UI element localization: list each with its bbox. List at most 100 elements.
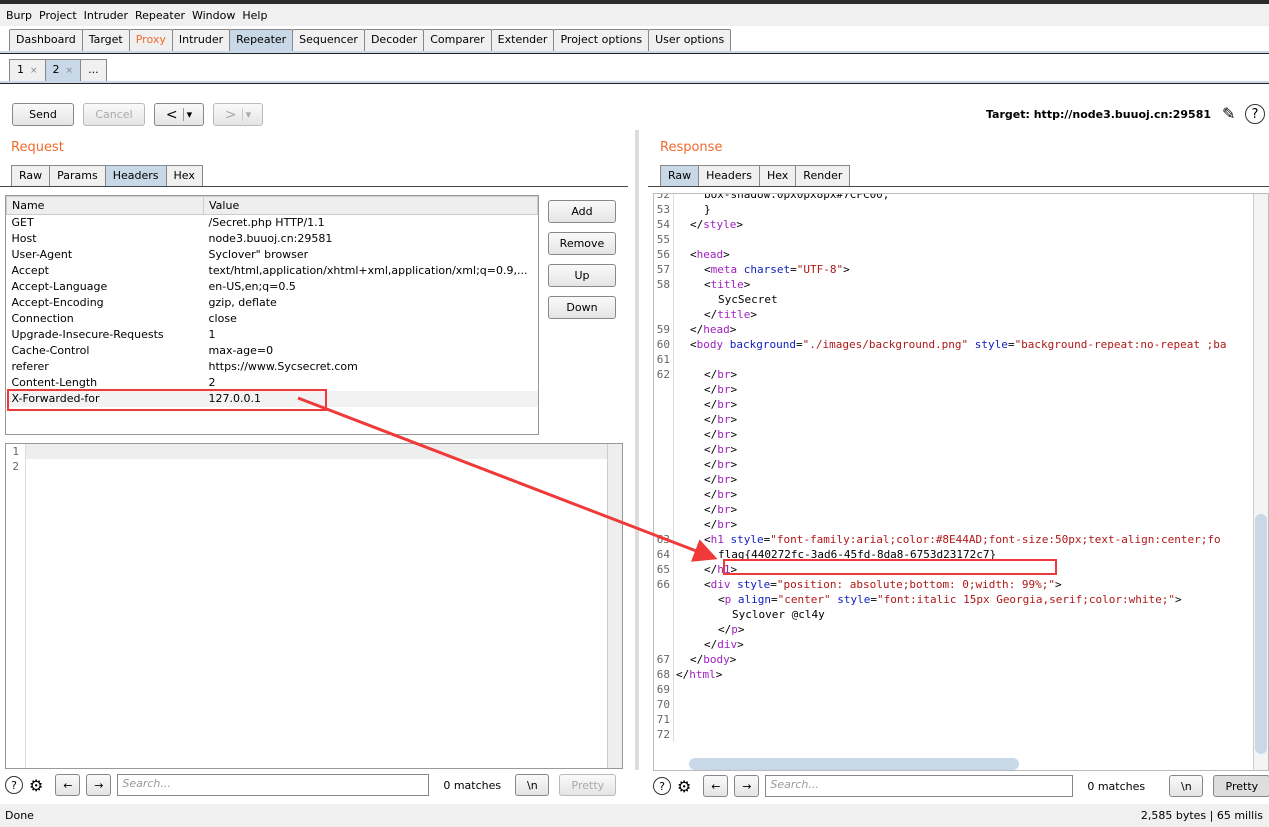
- header-value[interactable]: node3.buuoj.cn:29581: [204, 231, 538, 247]
- header-row[interactable]: Connection close: [7, 311, 538, 327]
- tab-label: 1: [17, 63, 24, 76]
- scrollbar-thumb[interactable]: [1255, 514, 1267, 754]
- request-search-input[interactable]: Search...: [117, 774, 430, 796]
- previous-match-button[interactable]: ←: [703, 775, 729, 797]
- repeater-tab[interactable]: ...: [80, 59, 107, 82]
- pretty-button[interactable]: Pretty: [1213, 775, 1269, 797]
- tab-comparer[interactable]: Comparer: [423, 29, 492, 51]
- header-row[interactable]: User-Agent Syclover" browser: [7, 247, 538, 263]
- header-name[interactable]: Accept: [7, 263, 204, 279]
- header-name[interactable]: Connection: [7, 311, 204, 327]
- tab-extender[interactable]: Extender: [490, 29, 555, 51]
- header-value[interactable]: gzip, deflate: [204, 295, 538, 311]
- header-name[interactable]: Cache-Control: [7, 343, 204, 359]
- request-body-editor[interactable]: 12: [5, 443, 623, 769]
- header-value[interactable]: /Secret.php HTTP/1.1: [204, 215, 538, 231]
- gear-icon[interactable]: ⚙: [29, 776, 43, 795]
- tab-project-options[interactable]: Project options: [553, 29, 650, 51]
- tab-repeater[interactable]: Repeater: [229, 29, 294, 51]
- header-row[interactable]: Upgrade-Insecure-Requests 1: [7, 327, 538, 343]
- response-search-input[interactable]: Search...: [765, 775, 1074, 797]
- column-header-value[interactable]: Value: [203, 196, 538, 215]
- header-value[interactable]: max-age=0: [204, 343, 538, 359]
- cancel-button[interactable]: Cancel: [83, 103, 145, 126]
- close-icon[interactable]: ×: [66, 66, 74, 76]
- header-row[interactable]: Accept-Language en-US,en;q=0.5: [7, 279, 538, 295]
- code-token: style: [723, 533, 764, 546]
- up-header-button[interactable]: Up: [548, 264, 616, 287]
- tab-sequencer[interactable]: Sequencer: [292, 29, 365, 51]
- header-value[interactable]: 1: [204, 327, 538, 343]
- add-header-button[interactable]: Add: [548, 200, 616, 223]
- newline-toggle[interactable]: \n: [1169, 775, 1204, 797]
- header-name[interactable]: Accept-Language: [7, 279, 204, 295]
- tab-intruder[interactable]: Intruder: [171, 29, 231, 51]
- response-tab-render[interactable]: Render: [795, 165, 851, 186]
- help-icon[interactable]: ?: [653, 777, 671, 795]
- forward-button[interactable]: > ▾: [213, 103, 263, 126]
- response-tab-raw[interactable]: Raw: [660, 165, 700, 186]
- code-token: >: [736, 218, 743, 231]
- help-icon[interactable]: ?: [1245, 104, 1265, 124]
- next-match-button[interactable]: →: [734, 775, 760, 797]
- split-divider[interactable]: [635, 130, 639, 770]
- response-tab-headers[interactable]: Headers: [698, 165, 760, 186]
- header-name[interactable]: Host: [7, 231, 204, 247]
- tab-decoder[interactable]: Decoder: [363, 29, 425, 51]
- request-tab-headers[interactable]: Headers: [104, 165, 167, 186]
- header-name[interactable]: Accept-Encoding: [7, 295, 204, 311]
- header-name[interactable]: Upgrade-Insecure-Requests: [7, 327, 204, 343]
- response-scrollbar[interactable]: [1253, 194, 1268, 770]
- header-row[interactable]: Accept text/html,application/xhtml+xml,ap…: [7, 263, 538, 279]
- request-tab-params[interactable]: Params: [49, 165, 106, 186]
- header-row[interactable]: referer https://www.Sycsecret.com: [7, 359, 538, 375]
- header-name[interactable]: GET: [7, 215, 204, 231]
- tab-user-options[interactable]: User options: [648, 29, 732, 51]
- menu-help[interactable]: Help: [242, 9, 267, 22]
- header-value[interactable]: en-US,en;q=0.5: [204, 279, 538, 295]
- code-token: >: [737, 638, 744, 651]
- request-tab-raw[interactable]: Raw: [11, 165, 51, 186]
- code-token: br: [717, 473, 731, 486]
- header-value[interactable]: text/html,application/xhtml+xml,applicat…: [204, 263, 538, 279]
- tab-dashboard[interactable]: Dashboard: [9, 29, 83, 51]
- help-icon[interactable]: ?: [5, 776, 23, 794]
- header-row[interactable]: Cache-Control max-age=0: [7, 343, 538, 359]
- gear-icon[interactable]: ⚙: [677, 777, 691, 796]
- menu-intruder[interactable]: Intruder: [84, 9, 128, 22]
- code-line: </br>: [654, 382, 1253, 397]
- down-header-button[interactable]: Down: [548, 296, 616, 319]
- close-icon[interactable]: ×: [30, 66, 38, 76]
- header-row[interactable]: Host node3.buuoj.cn:29581: [7, 231, 538, 247]
- response-editor[interactable]: 52 box-shadow:0px0px8px#7CFC00; 53} 54 </sty…: [653, 193, 1269, 771]
- header-name[interactable]: referer: [7, 359, 204, 375]
- header-name[interactable]: User-Agent: [7, 247, 204, 263]
- menu-project[interactable]: Project: [39, 9, 77, 22]
- menu-repeater[interactable]: Repeater: [135, 9, 185, 22]
- response-tab-hex[interactable]: Hex: [758, 165, 797, 186]
- newline-toggle[interactable]: \n: [515, 774, 550, 796]
- next-match-button[interactable]: →: [86, 774, 112, 796]
- line-number: 72: [654, 727, 674, 742]
- header-row[interactable]: GET/Secret.php HTTP/1.1: [7, 215, 538, 231]
- remove-header-button[interactable]: Remove: [548, 232, 616, 255]
- header-row[interactable]: Accept-Encoding gzip, deflate: [7, 295, 538, 311]
- request-tab-hex[interactable]: Hex: [165, 165, 203, 186]
- previous-match-button[interactable]: ←: [55, 774, 81, 796]
- menu-burp[interactable]: Burp: [6, 9, 32, 22]
- back-button[interactable]: < ▾: [154, 103, 204, 126]
- header-value[interactable]: Syclover" browser: [204, 247, 538, 263]
- pretty-button[interactable]: Pretty: [559, 774, 617, 796]
- menu-window[interactable]: Window: [192, 9, 235, 22]
- tab-target[interactable]: Target: [81, 29, 130, 51]
- column-header-name[interactable]: Name: [6, 196, 204, 215]
- header-value[interactable]: https://www.Sycsecret.com: [204, 359, 538, 375]
- edit-pencil-icon[interactable]: ✎: [1222, 104, 1235, 123]
- tab-proxy[interactable]: Proxy: [128, 29, 173, 51]
- header-value[interactable]: close: [204, 311, 538, 327]
- request-scrollbar[interactable]: [607, 444, 622, 768]
- repeater-tab[interactable]: 1 ×: [9, 59, 46, 82]
- send-button[interactable]: Send: [12, 103, 74, 126]
- horizontal-scrollbar-thumb[interactable]: [689, 758, 1019, 770]
- repeater-tab[interactable]: 2 ×: [44, 59, 82, 82]
